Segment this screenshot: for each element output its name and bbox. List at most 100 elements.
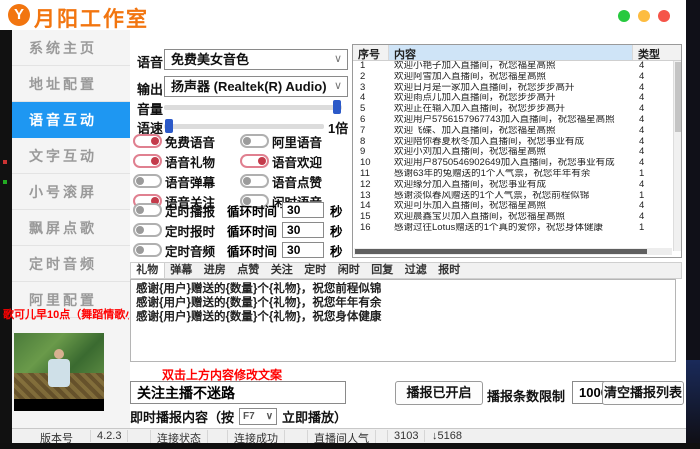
table-row[interactable]: 9 欢迎小刘加入直播间，祝您福星高照 4: [353, 147, 681, 158]
toggle-switch-row[interactable]: 阿里语音: [240, 131, 348, 151]
toggle-switch[interactable]: [240, 174, 269, 188]
cycle-time-input[interactable]: [282, 222, 324, 238]
tab[interactable]: 关注: [265, 263, 299, 278]
hotkey-row: 即时播报内容（按 F7 ∨ 立即播放）: [130, 407, 347, 425]
sidebar-item[interactable]: 地址配置: [12, 66, 130, 102]
toggle-label: 语音弹幕: [165, 172, 215, 191]
chevron-down-icon: ∨: [266, 411, 273, 422]
sidebar-item[interactable]: 文字互动: [12, 138, 130, 174]
template-editor[interactable]: 感谢{用户}赠送的{数量}个{礼物}，祝您前程似锦 感谢{用户}赠送的{数量}个…: [130, 279, 676, 362]
tab[interactable]: 报时: [433, 263, 467, 278]
timer-toggle-switch[interactable]: [133, 203, 162, 217]
table-row[interactable]: 16 感谢过往Lotus赠送的1个真的爱你，祝您身体健康 1: [353, 223, 681, 234]
toggle-switch-row[interactable]: 语音礼物: [133, 151, 240, 171]
sidebar-item[interactable]: 语音互动: [12, 102, 130, 138]
table-header-no[interactable]: 序号: [353, 45, 389, 60]
table-row[interactable]: 1 欢迎小艳子加入直播间，祝您福星高照 4: [353, 61, 681, 72]
sidebar-item-label: 定时音频: [29, 256, 97, 272]
sidebar-item[interactable]: 系统主页: [12, 30, 130, 66]
chevron-down-icon: ∨: [334, 77, 342, 96]
table-row[interactable]: 3 欢迎日月是一家加入直播间，祝您步步高升 4: [353, 83, 681, 94]
output-select[interactable]: 扬声器 (Realtek(R) Audio) ∨: [164, 76, 348, 97]
cycle-time-input[interactable]: [282, 242, 324, 258]
cycle-time-input[interactable]: [282, 202, 324, 218]
table-header-type[interactable]: 类型: [633, 45, 673, 60]
editor-line[interactable]: 感谢{用户}赠送的{数量}个{礼物}，祝您年年有余: [136, 296, 670, 310]
sidebar-item[interactable]: 定时音频: [12, 246, 130, 282]
table-row[interactable]: 11 感谢63年的兔赠送的1个人气票，祝您年年有余 1: [353, 169, 681, 180]
sidebar-menu: 系统主页 地址配置 语音互动 文字互动 小号滚屏: [12, 30, 130, 318]
sidebar-item[interactable]: 小号滚屏: [12, 174, 130, 210]
thumbnail-letterbox: [14, 399, 104, 411]
clear-list-button[interactable]: 清空播报列表: [602, 381, 684, 405]
toggle-switch-row[interactable]: 语音点赞: [240, 171, 348, 191]
instant-broadcast-input[interactable]: [130, 381, 346, 404]
editor-line[interactable]: 感谢{用户}赠送的{数量}个{礼物}，祝您身体健康: [136, 310, 670, 324]
toggle-label: 语音点赞: [272, 172, 322, 191]
table-row[interactable]: 8 欢迎陪你春夏秋冬加入直播间，祝您事业有成 4: [353, 137, 681, 148]
toggle-switch[interactable]: [133, 154, 162, 168]
table-row[interactable]: 15 欢迎晨鑫宝贝加入直播间，祝您福星高照 4: [353, 212, 681, 223]
output-select-value: 扬声器 (Realtek(R) Audio): [171, 79, 327, 94]
viewer-delta-value: ↓5168: [432, 430, 462, 442]
table-horizontal-scrollbar[interactable]: [354, 248, 672, 255]
toggle-switch[interactable]: [133, 134, 162, 148]
tab[interactable]: 过滤: [399, 263, 433, 278]
voice-select-value: 免费美女音色: [171, 52, 249, 67]
close-button[interactable]: [658, 10, 670, 22]
cycle-time-label: 循环时间: [227, 201, 277, 220]
timer-toggle-switch[interactable]: [133, 243, 162, 257]
timer-label: 定时音频: [165, 241, 215, 260]
hotkey-select[interactable]: F7 ∨: [239, 408, 277, 425]
table-row[interactable]: 10 欢迎用户8750546902649加入直播间，祝您事业有成 4: [353, 158, 681, 169]
tab[interactable]: 定时: [299, 263, 333, 278]
version-label: 版本号: [40, 430, 73, 443]
table-row[interactable]: 14 欢迎可乐加入直播间，祝您福星高照 4: [353, 201, 681, 212]
table-header-content[interactable]: 内容: [389, 45, 633, 60]
voice-label: 语音: [137, 52, 163, 71]
table-row[interactable]: 4 欢迎雨点儿加入直播间，祝您步步高升 4: [353, 93, 681, 104]
sidebar-item-label: 系统主页: [29, 40, 97, 56]
tab[interactable]: 点赞: [232, 263, 266, 278]
voice-select[interactable]: 免费美女音色 ∨: [164, 49, 348, 70]
timer-row: 定时音频 循环时间 秒: [133, 240, 363, 260]
minimize-button[interactable]: [618, 10, 630, 22]
volume-slider[interactable]: [164, 105, 342, 110]
toggle-switch[interactable]: [240, 154, 269, 168]
table-row[interactable]: 5 欢迎正在输入加入直播间，祝您步步高升 4: [353, 104, 681, 115]
speed-slider[interactable]: [164, 124, 324, 129]
toggle-switch-row[interactable]: 语音弹幕: [133, 171, 240, 191]
video-thumbnail[interactable]: [14, 333, 104, 411]
table-row[interactable]: 7 欢迎飞碟、加入直播间，祝您福星高照 4: [353, 126, 681, 137]
table-row[interactable]: 13 感谢淡似春风赠送的1个人气票，祝您前程似锦 1: [353, 191, 681, 202]
maximize-button[interactable]: [638, 10, 650, 22]
desktop-edge-bottom: [0, 443, 700, 449]
sidebar-item-label: 地址配置: [29, 76, 97, 92]
hotkey-suffix-label: 立即播放）: [282, 407, 347, 426]
table-row[interactable]: 2 欢迎阿雪加入直播间，祝您福星高照 4: [353, 72, 681, 83]
timer-rows: 定时播报 循环时间 秒 定时报时 循环时间 秒 定时音频 循环时间: [133, 200, 363, 260]
titlebar[interactable]: Y 月阳工作室: [0, 0, 686, 30]
table-row[interactable]: 12 欢迎缘分加入直播间，祝您事业有成 4: [353, 180, 681, 191]
toggle-switch[interactable]: [133, 174, 162, 188]
tab[interactable]: 闲时: [332, 263, 366, 278]
table-row[interactable]: 6 欢迎用户5756157967743加入直播间，祝您福星高照 4: [353, 115, 681, 126]
tab[interactable]: 礼物: [131, 263, 165, 278]
volume-slider-handle[interactable]: [333, 100, 341, 114]
tab[interactable]: 弹幕: [165, 263, 199, 278]
timer-label: 定时报时: [165, 221, 215, 240]
toggle-label: 语音礼物: [165, 152, 215, 171]
tab[interactable]: 进房: [198, 263, 232, 278]
table-vertical-scrollbar[interactable]: [673, 61, 681, 251]
tab[interactable]: 回复: [366, 263, 400, 278]
toggle-switch-row[interactable]: 免费语音: [133, 131, 240, 151]
toggle-label: 语音欢迎: [272, 152, 322, 171]
toggle-switch[interactable]: [240, 134, 269, 148]
timer-toggle-switch[interactable]: [133, 223, 162, 237]
broadcast-toggle-button[interactable]: 播报已开启: [395, 381, 483, 405]
cycle-unit-label: 秒: [330, 221, 343, 240]
toggle-switch-row[interactable]: 语音欢迎: [240, 151, 348, 171]
editor-line[interactable]: 感谢{用户}赠送的{数量}个{礼物}，祝您前程似锦: [136, 282, 670, 296]
connection-status: 连接成功: [227, 430, 285, 443]
sidebar-item[interactable]: 飘屏点歌: [12, 210, 130, 246]
